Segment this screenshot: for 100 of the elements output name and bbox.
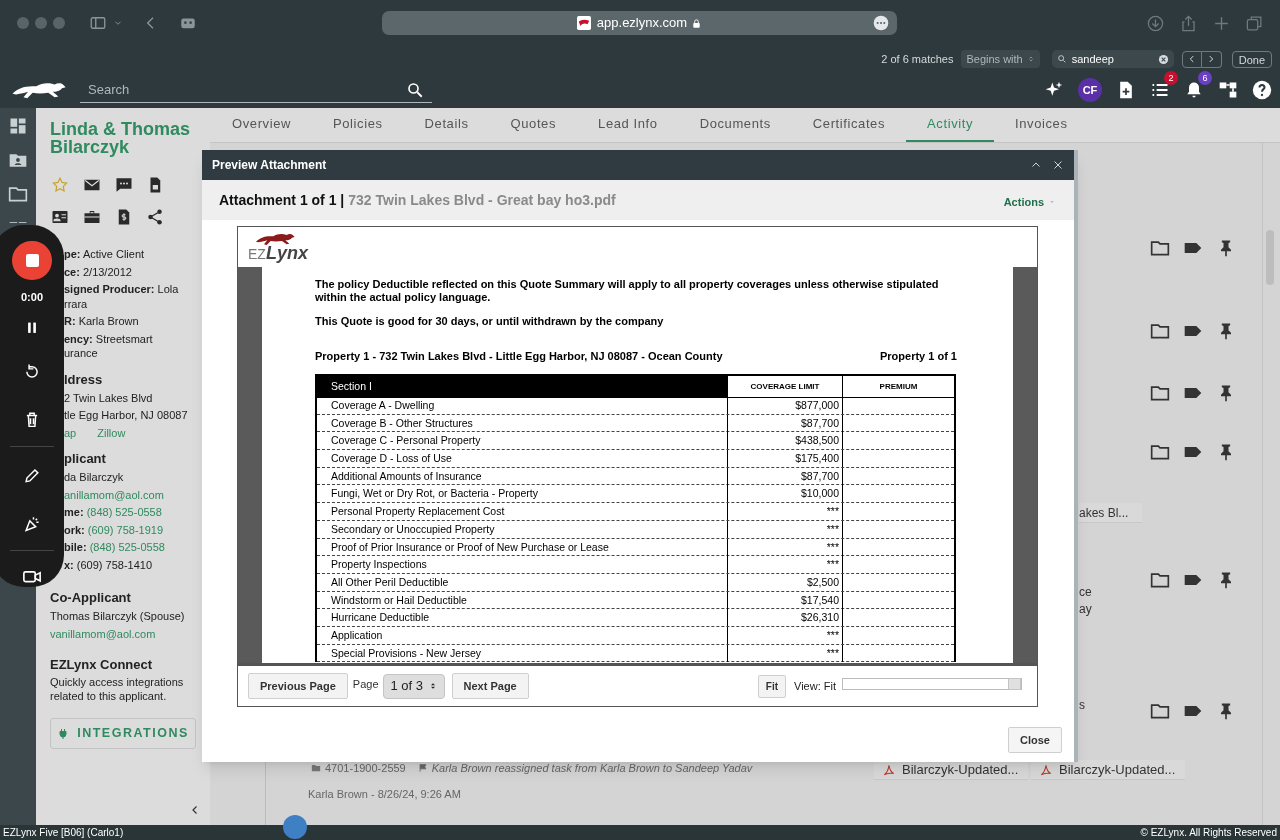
table-cell: $17,540: [727, 591, 842, 609]
activity-text: ce: [1079, 584, 1092, 601]
table-cell-text: Coverage C - Personal Property: [330, 433, 482, 449]
tab[interactable]: Documents: [678, 108, 792, 142]
url-text: app.ezlynx.com: [596, 14, 688, 33]
stop-button[interactable]: [12, 241, 52, 281]
close-icon[interactable]: [1052, 159, 1064, 171]
star-icon[interactable]: [51, 176, 69, 194]
actions-menu[interactable]: Actions: [1003, 193, 1056, 211]
more-icon[interactable]: [873, 15, 889, 31]
section-heading: plicant: [64, 450, 107, 468]
detail-text: urance: [64, 346, 99, 361]
tab[interactable]: Quotes: [489, 108, 578, 142]
tab[interactable]: Overview: [211, 108, 312, 142]
plug-icon: [57, 727, 70, 740]
download-icon[interactable]: [1146, 13, 1165, 33]
clear-icon[interactable]: [1157, 53, 1169, 65]
zoom-slider[interactable]: [842, 678, 1022, 690]
search-input[interactable]: Search: [88, 79, 406, 100]
table-cell-text: Property Inspections: [330, 557, 428, 573]
next-page-button[interactable]: Next Page: [451, 673, 529, 699]
folder-icon[interactable]: [1150, 570, 1170, 590]
previous-page-button[interactable]: Previous Page: [248, 673, 348, 699]
detail-text: pe: Active Client: [64, 247, 146, 262]
stop-icon: [25, 254, 39, 268]
link[interactable]: Zillow: [97, 424, 126, 442]
previous-match-button[interactable]: [1181, 50, 1202, 68]
hierarchy-icon[interactable]: [1218, 80, 1238, 100]
table-cell: $10,000: [727, 485, 842, 503]
table-cell: ***: [727, 556, 842, 574]
caret-icon: [1048, 198, 1056, 206]
match-mode-dropdown[interactable]: Begins with: [961, 50, 1040, 68]
link[interactable]: (848) 525-0558: [89, 541, 165, 553]
detail-text: rrara: [64, 296, 89, 312]
detail-text: Thomas Bilarczyk (Spouse): [50, 609, 186, 624]
restart-icon[interactable]: [23, 363, 41, 381]
table-cell: $87,700: [727, 414, 842, 432]
close-button[interactable]: Close: [1008, 727, 1062, 753]
folder-icon[interactable]: [1150, 442, 1170, 462]
attachment-chip[interactable]: Bilarczyk-Updated...: [1031, 760, 1186, 780]
detail-text: signed Producer: Lola: [64, 282, 180, 297]
tab[interactable]: Lead Info: [577, 108, 679, 142]
detail-text: R: Karla Brown: [64, 314, 140, 329]
logo-text: EZ: [248, 246, 266, 262]
table-cell: $175,400: [727, 450, 842, 468]
detail-text: da Bilarczyk: [64, 470, 125, 485]
chat-icon[interactable]: [114, 176, 133, 194]
task-text: Karla Brown reassigned task from Karla Brown to Sandeep Yadav: [431, 761, 753, 776]
tab[interactable]: Details: [403, 108, 490, 142]
help-icon[interactable]: [1252, 80, 1272, 100]
lock-icon: [691, 17, 703, 29]
table-cell: ***: [727, 520, 842, 538]
link[interactable]: (609) 758-1919: [87, 523, 164, 536]
activity-text: s: [1079, 697, 1085, 714]
folder-icon[interactable]: [1150, 701, 1170, 721]
find-input[interactable]: sandeep: [1071, 50, 1158, 68]
table-cell: $87,700: [727, 467, 842, 485]
page-select[interactable]: 1 of 3: [382, 673, 445, 699]
match-count: 2 of 6 matches: [881, 51, 954, 67]
link[interactable]: anillamom@aol.com: [64, 486, 164, 504]
search-icon[interactable]: [406, 80, 424, 99]
briefcase-icon[interactable]: [82, 208, 101, 226]
slider-thumb[interactable]: [1008, 678, 1021, 690]
section-heading: Co-Applicant: [50, 589, 132, 607]
user-avatar[interactable]: CF: [1078, 78, 1102, 102]
integrations-button[interactable]: INTEGRATIONS: [50, 718, 196, 749]
attachment-chip[interactable]: akes Bl...: [1079, 503, 1142, 523]
attachment-chip[interactable]: Bilarczyk-Updated...: [874, 760, 1029, 780]
find-field[interactable]: sandeep: [1051, 50, 1174, 68]
done-button[interactable]: Done: [1231, 50, 1272, 68]
magic-icon[interactable]: [23, 514, 41, 533]
dashboard-icon[interactable]: [8, 116, 28, 136]
table-cell: ***: [727, 626, 842, 644]
detail-text: ency: Streetsmart: [64, 331, 154, 347]
count-badge: 2: [1164, 71, 1178, 85]
pencil-icon[interactable]: [23, 467, 41, 485]
contact-card-icon[interactable]: [51, 208, 69, 226]
folder-icon[interactable]: [1150, 238, 1170, 258]
table-header: Section I: [317, 376, 727, 398]
description-text: Quickly access integrations related to this applicant.: [50, 675, 185, 703]
folder-icon[interactable]: [1150, 383, 1170, 403]
search-field[interactable]: Search: [80, 77, 432, 103]
view-label: View: Fit: [794, 678, 836, 694]
table-cell: ***: [727, 538, 842, 556]
address-bar[interactable]: app.ezlynx.com: [382, 11, 897, 35]
tab[interactable]: Invoices: [994, 108, 1089, 142]
section-heading: EZLynx Connect: [50, 656, 154, 674]
tab[interactable]: Certificates: [791, 108, 907, 142]
tab[interactable]: Policies: [312, 108, 404, 142]
link[interactable]: ap: [64, 424, 77, 442]
property-title: Property 1 - 732 Twin Lakes Blvd - Little Egg Harbor, NJ 08087 - Ocean County: [315, 348, 723, 364]
fit-button[interactable]: Fit: [757, 674, 786, 698]
link[interactable]: (848) 525-0558: [86, 506, 162, 518]
share-icon[interactable]: [146, 208, 165, 226]
folder-icon[interactable]: [1150, 321, 1170, 341]
sidebar-icon[interactable]: [89, 14, 107, 32]
folder-icon[interactable]: [8, 184, 28, 204]
next-match-button[interactable]: [1201, 50, 1222, 68]
site-icon: [576, 16, 591, 30]
link[interactable]: vanillamom@aol.com: [50, 625, 156, 643]
